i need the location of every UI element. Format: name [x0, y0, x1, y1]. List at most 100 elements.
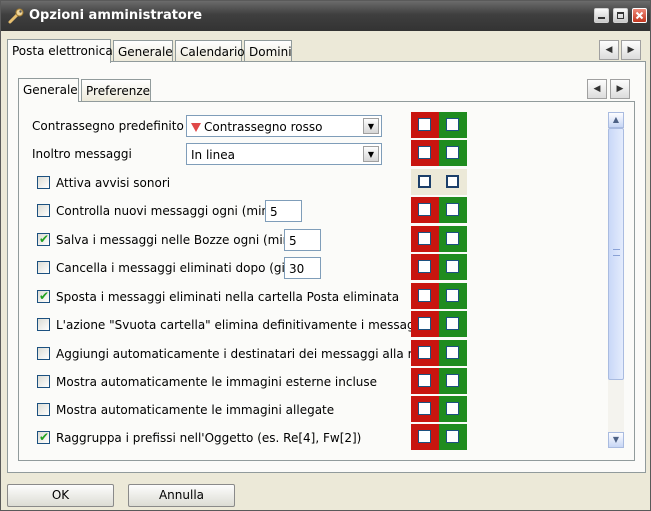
allow-checkbox[interactable] — [446, 232, 459, 245]
allow-checkbox[interactable] — [446, 289, 459, 302]
maximize-button[interactable] — [613, 8, 628, 23]
tab-inner-generale[interactable]: Generale — [18, 78, 79, 102]
tab-generale[interactable]: Generale — [113, 40, 173, 63]
deny-cell — [411, 283, 439, 309]
permission-toggles — [411, 424, 467, 450]
setting-checkbox[interactable] — [37, 375, 50, 388]
setting-row: L'azione "Svuota cartella" elimina defin… — [19, 311, 609, 339]
select-value-text: Contrassegno rosso — [204, 120, 323, 134]
deny-cell — [411, 254, 439, 280]
allow-cell — [439, 340, 467, 366]
setting-checkbox[interactable] — [37, 347, 50, 360]
allow-cell — [439, 283, 467, 309]
deny-checkbox[interactable] — [418, 232, 431, 245]
chevron-down-icon[interactable]: ▼ — [363, 118, 379, 134]
setting-checkbox[interactable]: ✔ — [37, 430, 50, 444]
checkmark-icon: ✔ — [39, 430, 50, 444]
tab-inner-preferenze[interactable]: Preferenze — [81, 79, 151, 102]
allow-checkbox[interactable] — [446, 430, 459, 443]
deny-checkbox[interactable] — [418, 260, 431, 273]
setting-checkbox[interactable] — [37, 318, 50, 331]
allow-checkbox[interactable] — [446, 260, 459, 273]
allow-checkbox[interactable] — [446, 203, 459, 216]
grip-icon — [613, 249, 620, 256]
checkmark-icon: ✔ — [39, 289, 50, 303]
setting-checkbox[interactable]: ✔ — [37, 232, 50, 246]
setting-row: Inoltro messaggi In linea ▼ — [19, 140, 609, 168]
tab-domini[interactable]: Domini — [244, 40, 292, 63]
title-bar[interactable]: Opzioni amministratore — [1, 1, 650, 31]
allow-checkbox[interactable] — [446, 175, 459, 188]
deny-cell — [411, 112, 439, 138]
allow-checkbox[interactable] — [446, 402, 459, 415]
deny-checkbox[interactable] — [418, 289, 431, 302]
setting-label: Salva i messaggi nelle Bozze ogni (minut… — [56, 233, 311, 247]
allow-checkbox[interactable] — [446, 146, 459, 159]
deny-cell — [411, 197, 439, 223]
deny-cell — [411, 311, 439, 337]
setting-label: Mostra automaticamente le immagini alleg… — [56, 403, 335, 417]
setting-label: Raggruppa i prefissi nell'Oggetto (es. R… — [56, 431, 362, 445]
allow-checkbox[interactable] — [446, 346, 459, 359]
deny-checkbox[interactable] — [418, 203, 431, 216]
allow-checkbox[interactable] — [446, 118, 459, 131]
permission-toggles — [411, 311, 467, 337]
scroll-down-button[interactable]: ▼ — [608, 432, 624, 448]
deny-checkbox[interactable] — [418, 146, 431, 159]
deny-checkbox[interactable] — [418, 175, 431, 188]
permission-toggles — [411, 140, 467, 166]
setting-row: ✔ Sposta i messaggi eliminati nella carte… — [19, 283, 609, 311]
minimize-button[interactable] — [594, 8, 609, 23]
deny-cell — [411, 368, 439, 394]
deny-checkbox[interactable] — [418, 374, 431, 387]
inner-tabs-scroll-left-button[interactable]: ◀ — [587, 79, 607, 99]
wrench-icon — [8, 8, 24, 24]
deny-checkbox[interactable] — [418, 402, 431, 415]
number-field[interactable]: 5 — [284, 229, 321, 251]
forward-mode-select[interactable]: In linea ▼ — [186, 143, 382, 165]
default-flag-select[interactable]: Contrassegno rosso ▼ — [186, 115, 382, 137]
tabs-scroll-left-button[interactable]: ◀ — [599, 40, 619, 60]
permission-toggles — [411, 340, 467, 366]
select-value-text: In linea — [191, 148, 235, 162]
deny-checkbox[interactable] — [418, 346, 431, 359]
close-icon — [635, 11, 644, 20]
setting-row: Attiva avvisi sonori — [19, 169, 609, 197]
number-field[interactable]: 5 — [265, 200, 302, 222]
inner-tabs-scroll-right-button[interactable]: ▶ — [610, 79, 630, 99]
allow-cell — [439, 396, 467, 422]
allow-cell — [439, 226, 467, 252]
scroll-thumb[interactable] — [608, 128, 624, 380]
deny-checkbox[interactable] — [418, 118, 431, 131]
allow-cell — [439, 311, 467, 337]
cancel-button[interactable]: Annulla — [128, 484, 235, 507]
setting-label: Attiva avvisi sonori — [56, 176, 171, 190]
close-button[interactable] — [632, 8, 647, 23]
setting-row: Mostra automaticamente le immagini alleg… — [19, 396, 609, 424]
vertical-scrollbar[interactable]: ▲ ▼ — [608, 112, 624, 448]
number-field[interactable]: 30 — [284, 257, 321, 279]
setting-checkbox[interactable] — [37, 176, 50, 189]
allow-checkbox[interactable] — [446, 374, 459, 387]
deny-cell — [411, 340, 439, 366]
permission-toggles — [411, 283, 467, 309]
chevron-down-icon[interactable]: ▼ — [363, 146, 379, 162]
scroll-up-button[interactable]: ▲ — [608, 112, 624, 128]
maximize-icon — [617, 12, 624, 19]
tab-calendario[interactable]: Calendario — [175, 40, 245, 63]
tab-posta-elettronica[interactable]: Posta elettronica — [7, 39, 113, 63]
setting-checkbox[interactable] — [37, 204, 50, 217]
ok-button[interactable]: OK — [7, 484, 114, 507]
setting-checkbox[interactable] — [37, 261, 50, 274]
tabs-scroll-right-button[interactable]: ▶ — [621, 40, 641, 60]
setting-checkbox[interactable]: ✔ — [37, 289, 50, 303]
setting-row: Aggiungi automaticamente i destinatari d… — [19, 340, 609, 368]
setting-row: Mostra automaticamente le immagini ester… — [19, 368, 609, 396]
deny-checkbox[interactable] — [418, 430, 431, 443]
allow-checkbox[interactable] — [446, 317, 459, 330]
permission-toggles — [411, 169, 467, 195]
deny-checkbox[interactable] — [418, 317, 431, 330]
setting-label: Controlla nuovi messaggi ogni (minuti) — [56, 204, 290, 218]
setting-row: Cancella i messaggi eliminati dopo (gior… — [19, 254, 609, 282]
setting-checkbox[interactable] — [37, 403, 50, 416]
